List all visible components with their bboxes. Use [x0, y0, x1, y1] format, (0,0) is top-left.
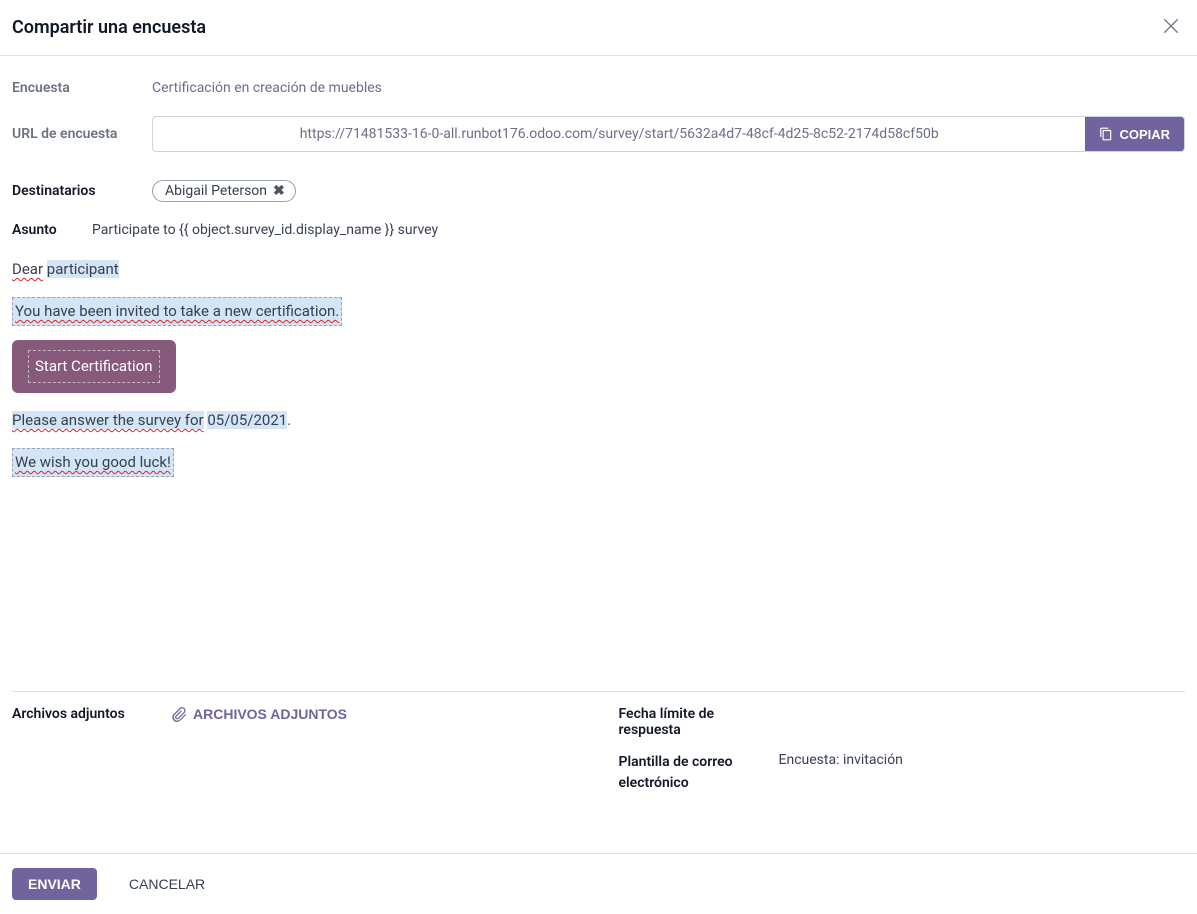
attachments-button-label: ARCHIVOS ADJUNTOS [193, 706, 347, 722]
deadline-row: Fecha límite de respuesta [619, 706, 1186, 738]
survey-url-row: URL de encuesta https://71481533-16-0-al… [12, 116, 1185, 152]
body-line-deadline: Please answer the survey for 05/05/2021. [12, 407, 1185, 434]
survey-url-value[interactable]: https://71481533-16-0-all.runbot176.odoo… [153, 117, 1085, 151]
bottom-fields: Archivos adjuntos ARCHIVOS ADJUNTOS Fech… [12, 691, 1185, 808]
subject-value[interactable]: Participate to {{ object.survey_id.displ… [92, 222, 1185, 238]
attachments-button[interactable]: ARCHIVOS ADJUNTOS [172, 706, 347, 722]
modal-footer: ENVIAR CANCELAR [0, 853, 1197, 914]
survey-row: Encuesta Certificación en creación de mu… [12, 80, 1185, 96]
mail-template-row: Plantilla de correo electrónico Encuesta… [619, 752, 1186, 794]
attachments-row: Archivos adjuntos ARCHIVOS ADJUNTOS [12, 706, 579, 726]
recipients-row: Destinatarios Abigail Peterson ✖ [12, 180, 1185, 202]
recipient-name: Abigail Peterson [165, 183, 267, 199]
body-line-greeting: Dear participant [12, 256, 1185, 283]
mail-template-label: Plantilla de correo electrónico [619, 752, 779, 794]
recipient-tag[interactable]: Abigail Peterson ✖ [152, 180, 296, 202]
recipients-label: Destinatarios [12, 183, 152, 199]
mail-template-value[interactable]: Encuesta: invitación [779, 752, 1186, 768]
copy-icon [1099, 127, 1113, 141]
survey-value[interactable]: Certificación en creación de muebles [152, 80, 1185, 96]
subject-row: Asunto Participate to {{ object.survey_i… [12, 222, 1185, 238]
bottom-col-left: Archivos adjuntos ARCHIVOS ADJUNTOS [12, 706, 579, 808]
cancel-button[interactable]: CANCELAR [113, 868, 221, 900]
email-body-editor[interactable]: Dear participant You have been invited t… [12, 256, 1185, 477]
paperclip-icon [172, 707, 187, 722]
recipients-value[interactable]: Abigail Peterson ✖ [152, 180, 1185, 202]
attachments-label: Archivos adjuntos [12, 706, 172, 722]
copy-url-button[interactable]: COPIAR [1085, 117, 1184, 151]
survey-url-label: URL de encuesta [12, 126, 152, 142]
modal-title: Compartir una encuesta [12, 17, 206, 38]
copy-label: COPIAR [1119, 127, 1170, 142]
survey-url-box: https://71481533-16-0-all.runbot176.odoo… [152, 116, 1185, 152]
close-button[interactable] [1157, 12, 1185, 43]
body-line-good-luck: We wish you good luck! [12, 448, 1185, 477]
share-survey-modal: Compartir una encuesta Encuesta Certific… [0, 0, 1197, 914]
start-certification-button[interactable]: Start Certification [12, 340, 176, 393]
body-line-invited: You have been invited to take a new cert… [12, 297, 1185, 326]
modal-header: Compartir una encuesta [0, 0, 1197, 56]
survey-label: Encuesta [12, 80, 152, 96]
modal-body: Encuesta Certificación en creación de mu… [0, 56, 1197, 853]
close-icon [1161, 16, 1181, 36]
send-button[interactable]: ENVIAR [12, 868, 97, 900]
deadline-label: Fecha límite de respuesta [619, 706, 779, 738]
remove-recipient-icon[interactable]: ✖ [273, 184, 285, 198]
bottom-col-right: Fecha límite de respuesta Plantilla de c… [619, 706, 1186, 808]
body-line-button: Start Certification [12, 340, 1185, 393]
subject-label: Asunto [12, 222, 92, 238]
